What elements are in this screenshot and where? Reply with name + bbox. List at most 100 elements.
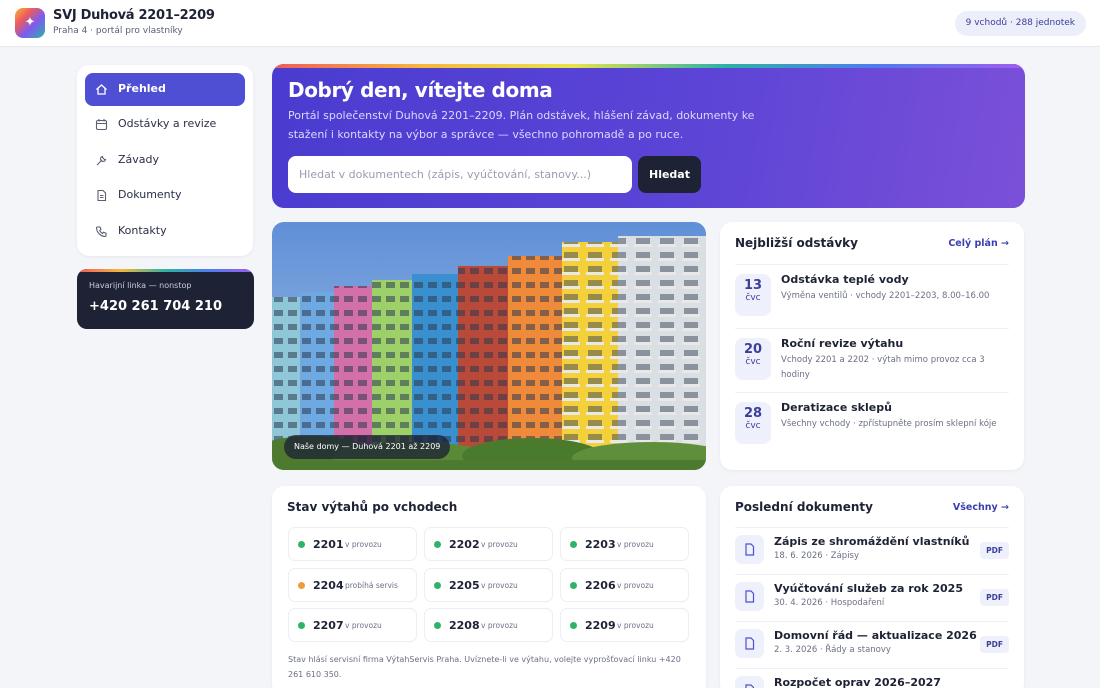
rainbow-strip [272, 64, 1025, 68]
file-icon [735, 629, 764, 658]
date-day: 28 [743, 406, 763, 421]
search-button[interactable]: Hledat [638, 156, 701, 193]
lift-2208[interactable]: 2208 v provozu [424, 608, 553, 642]
lift-number: 2207 [313, 619, 344, 632]
lift-number: 2204 [313, 579, 344, 592]
document-item[interactable]: Domovní řád — aktualizace 2026 2. 3. 202… [735, 621, 1009, 668]
site-title: SVJ Duhová 2201–2209 [53, 8, 215, 23]
lift-status: v provozu [481, 581, 518, 590]
emergency-phone-link[interactable]: +420 261 704 210 [89, 299, 222, 314]
sidebar-item-kontakty[interactable]: Kontakty [85, 215, 245, 248]
phone-icon [95, 225, 108, 238]
maintenance-item[interactable]: 13 čvc Odstávka teplé vody Výměna ventil… [735, 264, 1009, 328]
sidebar-nav: Přehled Odstávky a revize Závady Dokumen… [77, 65, 253, 256]
buildings-photo [272, 222, 706, 470]
date-badge: 28 čvc [735, 402, 771, 444]
lift-2201[interactable]: 2201 v provozu [288, 527, 417, 561]
document-item[interactable]: Zápis ze shromáždění vlastníků 18. 6. 20… [735, 527, 1009, 574]
maintenance-item-title: Odstávka teplé vody [781, 273, 909, 286]
logo[interactable]: ✦ [15, 8, 45, 38]
lift-number: 2203 [585, 538, 616, 551]
lift-number: 2201 [313, 538, 344, 551]
sidebar-item-dokumenty[interactable]: Dokumenty [85, 179, 245, 212]
document-title: Vyúčtování služeb za rok 2025 [774, 582, 963, 595]
lift-status-title: Stav výtahů po vchodech [287, 500, 458, 514]
sidebar-item-zavady[interactable]: Závady [85, 144, 245, 177]
maintenance-item[interactable]: 28 čvc Deratizace sklepů Všechny vchody … [735, 392, 1009, 456]
maintenance-item[interactable]: 20 čvc Roční revize výtahu Vchody 2201 a… [735, 328, 1009, 392]
document-title: Zápis ze shromáždění vlastníků [774, 535, 970, 548]
lift-status: v provozu [345, 621, 382, 630]
document-item[interactable]: Rozpočet oprav 2026–2027 [735, 668, 1009, 688]
document-meta: 30. 4. 2026 · Hospodaření [774, 598, 885, 608]
lift-service-note: Stav hlásí servisní firma VýtahServis Pr… [288, 655, 681, 679]
lift-number: 2205 [449, 579, 480, 592]
file-icon [735, 676, 764, 688]
buildings-photo-card: Naše domy — Duhová 2201 až 2209 [272, 222, 706, 470]
wrench-icon [95, 154, 108, 167]
lift-number: 2202 [449, 538, 480, 551]
lift-number: 2208 [449, 619, 480, 632]
lift-number: 2209 [585, 619, 616, 632]
lift-status: v provozu [617, 540, 654, 549]
lift-number: 2206 [585, 579, 616, 592]
maintenance-item-desc: Vchody 2201 a 2202 · výtah mimo provoz c… [781, 355, 985, 380]
date-month: čvc [745, 357, 761, 367]
emergency-label: Havarijní linka — nonstop [89, 281, 192, 290]
calendar-icon [95, 118, 108, 131]
maintenance-item-title: Deratizace sklepů [781, 401, 892, 414]
home-icon [95, 83, 108, 96]
file-icon [735, 582, 764, 611]
lift-2205[interactable]: 2205 v provozu [424, 568, 553, 602]
status-dot [434, 582, 441, 589]
status-dot [570, 541, 577, 548]
date-badge: 20 čvc [735, 338, 771, 380]
rainbow-strip [77, 269, 254, 272]
pdf-badge: PDF [980, 636, 1009, 653]
documents-title: Poslední dokumenty [735, 500, 873, 514]
status-dot [434, 541, 441, 548]
lift-status: v provozu [481, 621, 518, 630]
lift-2206[interactable]: 2206 v provozu [560, 568, 689, 602]
document-icon [95, 189, 108, 202]
document-title: Domovní řád — aktualizace 2026 [774, 629, 977, 642]
full-plan-link[interactable]: Celý plán → [948, 238, 1009, 249]
welcome-hero: Dobrý den, vítejte doma Portál společens… [272, 64, 1025, 208]
sidebar-item-odstavky[interactable]: Odstávky a revize [85, 108, 245, 141]
status-dot [570, 582, 577, 589]
lift-status: probíhá servis [345, 581, 398, 590]
status-dot [298, 541, 305, 548]
date-month: čvc [745, 421, 761, 431]
sidebar-item-label: Dokumenty [118, 188, 182, 201]
document-title: Rozpočet oprav 2026–2027 [774, 676, 941, 688]
pdf-badge: PDF [980, 542, 1009, 559]
sidebar-item-label: Odstávky a revize [118, 117, 217, 130]
lift-2207[interactable]: 2207 v provozu [288, 608, 417, 642]
maintenance-item-desc: Všechny vchody · zpřístupněte prosím skl… [781, 419, 997, 429]
lift-status: v provozu [481, 540, 518, 549]
date-day: 20 [743, 342, 763, 357]
all-documents-link[interactable]: Všechny → [953, 502, 1009, 513]
lift-2202[interactable]: 2202 v provozu [424, 527, 553, 561]
sidebar-item-label: Přehled [118, 82, 166, 95]
status-dot [298, 622, 305, 629]
maintenance-item-desc: Výměna ventilů · vchody 2201–2203, 8.00–… [781, 291, 990, 301]
lift-status: v provozu [617, 581, 654, 590]
status-dot [434, 622, 441, 629]
document-search-input[interactable] [288, 156, 632, 193]
hero-title: Dobrý den, vítejte doma [288, 78, 553, 102]
lift-status: v provozu [345, 540, 382, 549]
building-stats-badge: 9 vchodů · 288 jednotek [954, 11, 1086, 36]
sidebar-item-prehled[interactable]: Přehled [85, 73, 245, 106]
lift-status: v provozu [617, 621, 654, 630]
lift-2204[interactable]: 2204 probíhá servis [288, 568, 417, 602]
document-meta: 18. 6. 2026 · Zápisy [774, 551, 860, 561]
maintenance-card: Nejbližší odstávky Celý plán → 13 čvc Od… [720, 222, 1024, 470]
lift-2209[interactable]: 2209 v provozu [560, 608, 689, 642]
sidebar-item-label: Závady [118, 153, 160, 166]
document-item[interactable]: Vyúčtování služeb za rok 2025 30. 4. 202… [735, 574, 1009, 621]
date-month: čvc [745, 293, 761, 303]
maintenance-item-title: Roční revize výtahu [781, 337, 904, 350]
lift-2203[interactable]: 2203 v provozu [560, 527, 689, 561]
date-badge: 13 čvc [735, 274, 771, 316]
